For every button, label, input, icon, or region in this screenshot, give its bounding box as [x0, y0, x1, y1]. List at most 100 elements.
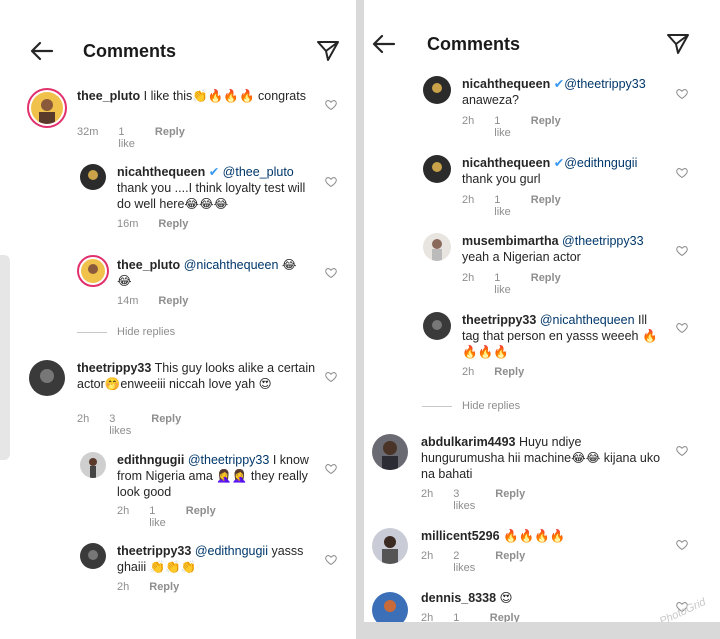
timestamp: 2h — [421, 488, 434, 500]
avatar[interactable] — [29, 360, 65, 396]
comment-meta: 2h 2 likes Reply — [421, 550, 525, 574]
comment-body: yeah a Nigerian actor — [462, 250, 581, 264]
timestamp: 2h — [77, 413, 90, 425]
username[interactable]: musembimartha — [462, 234, 559, 248]
username[interactable]: thee_pluto — [117, 258, 180, 272]
mention-link[interactable]: @edithngugii — [564, 156, 637, 170]
like-count[interactable]: 1 like — [494, 272, 511, 296]
like-count[interactable]: 1 like — [118, 126, 135, 150]
username[interactable]: nicahthequeen — [462, 156, 550, 170]
back-arrow-icon[interactable] — [30, 41, 54, 61]
avatar[interactable] — [423, 155, 451, 183]
avatar[interactable] — [80, 543, 106, 569]
reply-button[interactable]: Reply — [490, 612, 520, 622]
heart-icon[interactable] — [676, 322, 688, 334]
reply-button[interactable]: Reply — [495, 550, 525, 574]
username[interactable]: millicent5296 — [421, 529, 500, 543]
heart-icon[interactable] — [325, 176, 337, 188]
timestamp: 2h — [421, 550, 434, 562]
avatar[interactable] — [77, 255, 109, 287]
comment-text: theetrippy33 @edithngugii yasss ghaiii 👏… — [117, 543, 317, 575]
comment-text: nicahthequeen ✔@theetrippy33 anaweza? — [462, 76, 672, 108]
send-icon[interactable] — [666, 32, 690, 56]
avatar[interactable] — [80, 164, 106, 190]
heart-icon[interactable] — [676, 88, 688, 100]
reply-button[interactable]: Reply — [186, 505, 216, 529]
avatar-image — [423, 233, 451, 261]
heart-icon[interactable] — [676, 539, 688, 551]
username[interactable]: dennis_8338 — [421, 591, 496, 605]
send-icon[interactable] — [316, 39, 340, 63]
heart-icon[interactable] — [325, 267, 337, 279]
reply-button[interactable]: Reply — [531, 194, 561, 218]
reply-button[interactable]: Reply — [531, 272, 561, 296]
comment-text: musembimartha @theetrippy33 yeah a Nigeri… — [462, 233, 672, 265]
username[interactable]: theetrippy33 — [117, 544, 191, 558]
avatar-image — [372, 528, 408, 564]
username[interactable]: abdulkarim4493 — [421, 435, 516, 449]
timestamp: 2h — [462, 115, 475, 127]
comment-meta: 32m 1 like Reply — [77, 126, 185, 150]
mention-link[interactable]: @edithngugii — [195, 544, 268, 558]
avatar[interactable] — [372, 528, 408, 564]
username[interactable]: nicahthequeen — [117, 165, 205, 179]
avatar[interactable] — [423, 312, 451, 340]
scroll-edge — [0, 255, 10, 460]
mention-link[interactable]: @nicahthequeen — [184, 258, 279, 272]
like-count[interactable]: 1 like — [494, 194, 511, 218]
reply-button[interactable]: Reply — [495, 488, 525, 512]
avatar-image — [29, 360, 65, 396]
username[interactable]: thee_pluto — [77, 89, 140, 103]
timestamp: 14m — [117, 295, 139, 307]
heart-icon[interactable] — [325, 99, 337, 111]
like-count[interactable]: 1 like — [494, 115, 511, 139]
like-count[interactable]: 1 like — [453, 612, 470, 622]
mention-link[interactable]: @thee_pluto — [223, 165, 294, 179]
username[interactable]: theetrippy33 — [77, 361, 151, 375]
back-arrow-icon[interactable] — [372, 34, 396, 54]
hide-replies-label: Hide replies — [117, 326, 176, 338]
username[interactable]: theetrippy33 — [462, 313, 536, 327]
avatar-image — [423, 76, 451, 104]
heart-icon[interactable] — [325, 463, 337, 475]
timestamp: 2h — [462, 366, 475, 378]
divider — [422, 405, 452, 407]
like-count[interactable]: 2 likes — [453, 550, 475, 574]
mention-link[interactable]: @nicahthequeen — [540, 313, 635, 327]
heart-icon[interactable] — [676, 167, 688, 179]
hide-replies-button[interactable]: Hide replies — [77, 326, 175, 338]
username[interactable]: edithngugii — [117, 453, 184, 467]
avatar[interactable] — [80, 452, 106, 478]
heart-icon[interactable] — [676, 445, 688, 457]
reply-button[interactable]: Reply — [531, 115, 561, 139]
reply-button[interactable]: Reply — [151, 413, 181, 437]
mention-link[interactable]: @theetrippy33 — [562, 234, 644, 248]
mention-link[interactable]: @theetrippy33 — [188, 453, 270, 467]
avatar[interactable] — [423, 76, 451, 104]
divider — [77, 331, 107, 333]
header: Comments — [364, 24, 720, 64]
comment-meta: 2h 1 like Reply — [462, 194, 561, 218]
avatar[interactable] — [372, 434, 408, 470]
like-count[interactable]: 1 like — [149, 505, 166, 529]
like-count[interactable]: 3 likes — [453, 488, 475, 512]
avatar[interactable] — [27, 88, 67, 128]
comment-body: anaweza? — [462, 93, 519, 107]
like-count[interactable]: 3 likes — [109, 413, 131, 437]
heart-icon[interactable] — [325, 371, 337, 383]
reply-button[interactable]: Reply — [494, 366, 524, 378]
reply-button[interactable]: Reply — [149, 581, 179, 593]
username[interactable]: nicahthequeen — [462, 77, 550, 91]
reply-button[interactable]: Reply — [158, 218, 188, 230]
verified-badge-icon: ✔ — [553, 156, 565, 170]
reply-button[interactable]: Reply — [155, 126, 185, 150]
mention-link[interactable]: @theetrippy33 — [564, 77, 646, 91]
timestamp: 16m — [117, 218, 139, 230]
heart-icon[interactable] — [676, 245, 688, 257]
hide-replies-button[interactable]: Hide replies — [422, 400, 520, 412]
avatar[interactable] — [423, 233, 451, 261]
avatar-image — [423, 312, 451, 340]
avatar[interactable] — [372, 592, 408, 622]
heart-icon[interactable] — [325, 554, 337, 566]
reply-button[interactable]: Reply — [158, 295, 188, 307]
